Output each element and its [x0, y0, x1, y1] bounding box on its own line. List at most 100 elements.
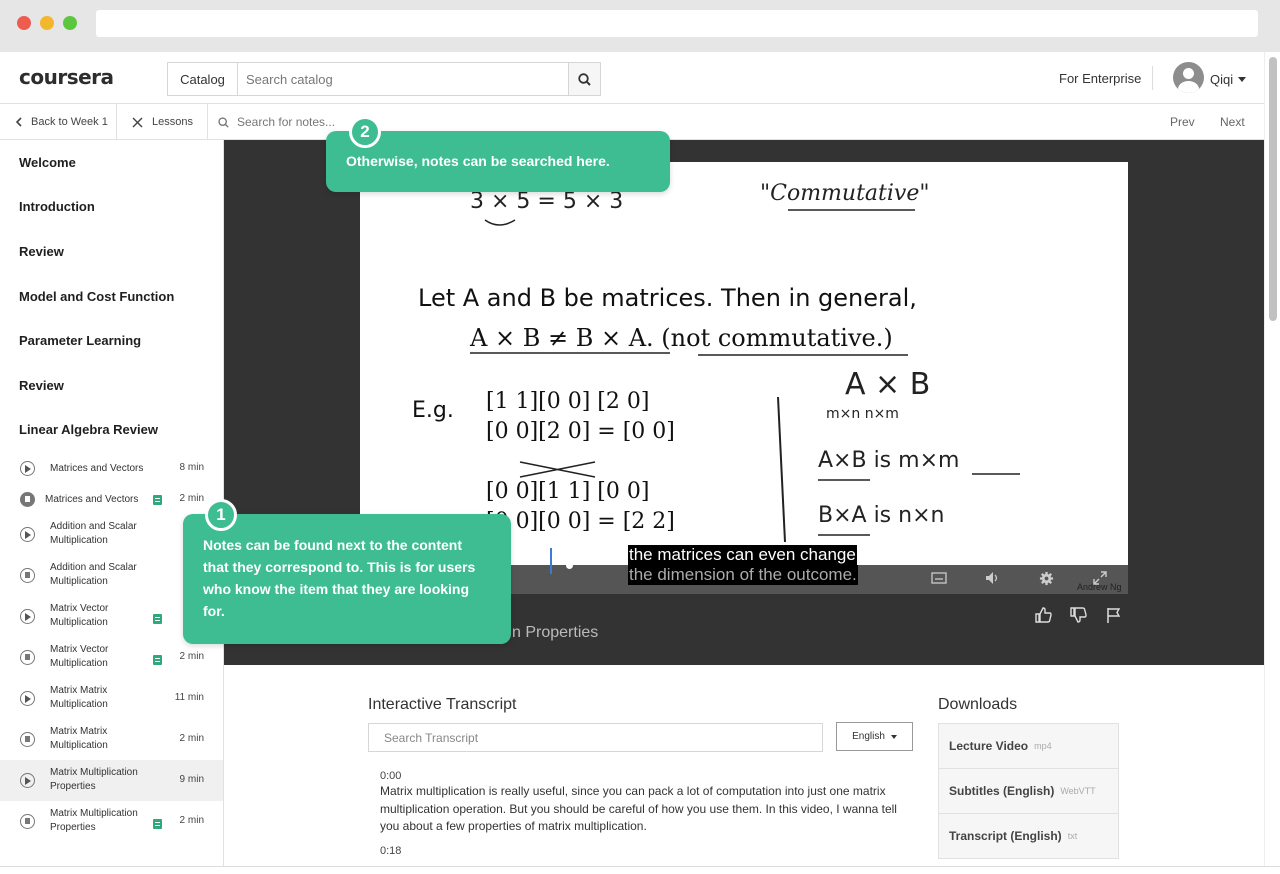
sidebar-section-review-2[interactable]: Review [19, 378, 64, 393]
svg-text:[1 1][0 0] [2 0]: [1 1][0 0] [2 0] [486, 389, 649, 414]
captions-icon[interactable] [931, 572, 947, 584]
callout-2-number: 2 [349, 116, 381, 148]
transcript-search-input[interactable] [368, 723, 823, 752]
svg-text:3 × 5 = 5 × 3: 3 × 5 = 5 × 3 [470, 189, 623, 214]
lesson-title: Matrix Vector Multiplication [50, 603, 109, 628]
download-label: Subtitles (English) [949, 784, 1055, 798]
svg-text:[0 0][1 1] [0 0]: [0 0][1 1] [0 0] [486, 479, 649, 504]
flag-icon[interactable] [1105, 606, 1123, 624]
page: coursera Catalog For Enterprise Qiqi Bac… [0, 52, 1280, 866]
thumbs-up-icon[interactable] [1034, 606, 1052, 624]
reading-icon [20, 492, 35, 507]
thumbs-down-icon[interactable] [1069, 606, 1087, 624]
lesson-duration: 9 min [179, 774, 204, 785]
note-icon[interactable] [153, 614, 162, 624]
sidebar-lesson[interactable]: Matrix Matrix Multiplication 2 min [0, 719, 223, 760]
catalog-search-input[interactable] [237, 62, 569, 96]
transcript-timestamp[interactable]: 0:18 [380, 845, 401, 857]
minimize-window-dot[interactable] [40, 16, 54, 30]
lesson-duration: 11 min [174, 692, 204, 703]
transcript-timestamp[interactable]: 0:00 [380, 770, 401, 782]
transcript-heading: Interactive Transcript [368, 696, 517, 713]
slide-statement-2: A × B ≠ B × A. (not commutative.) [469, 324, 893, 352]
search-icon [578, 72, 591, 86]
prev-link[interactable]: Prev [1170, 115, 1195, 129]
volume-icon[interactable] [985, 571, 1001, 585]
browser-chrome [0, 0, 1280, 52]
transcript-paragraph[interactable]: Matrix multiplication is really useful, … [380, 783, 900, 836]
play-icon [20, 527, 35, 542]
download-format: WebVTT [1060, 786, 1096, 796]
slide-annotation-bxa-dim: B×A is n×n [818, 503, 944, 528]
sidebar-section-review[interactable]: Review [19, 244, 64, 259]
download-transcript[interactable]: Transcript (English) txt [938, 813, 1119, 859]
maximize-window-dot[interactable] [63, 16, 77, 30]
text-cursor-icon [550, 548, 552, 574]
download-label: Lecture Video [949, 739, 1029, 753]
sidebar-section-model-cost[interactable]: Model and Cost Function [19, 289, 174, 304]
close-window-dot[interactable] [17, 16, 31, 30]
play-icon [20, 691, 35, 706]
window-bottom-edge [0, 866, 1280, 874]
download-label: Transcript (English) [949, 829, 1062, 843]
catalog-button[interactable]: Catalog [167, 62, 238, 96]
notes-search-field[interactable]: Search for notes... [218, 104, 335, 140]
next-link[interactable]: Next [1220, 115, 1245, 129]
lessons-label: Lessons [152, 116, 193, 128]
for-enterprise-link[interactable]: For Enterprise [1059, 71, 1141, 86]
header-divider [1152, 66, 1153, 90]
lesson-sidebar: Welcome Introduction Review Model and Co… [0, 140, 224, 866]
slide-annotation-axb-dim: A×B is m×m [818, 448, 959, 473]
lesson-duration: 2 min [179, 733, 204, 744]
svg-text:[0 0][0 0] = [2 2]: [0 0][0 0] = [2 2] [486, 509, 675, 534]
download-format: mp4 [1034, 741, 1052, 751]
svg-text:[0 0][2 0] = [0 0]: [0 0][2 0] = [0 0] [486, 419, 675, 444]
coursera-logo[interactable]: coursera [19, 65, 114, 89]
sidebar-section-parameter-learning[interactable]: Parameter Learning [19, 333, 141, 348]
download-lecture-video[interactable]: Lecture Video mp4 [938, 723, 1119, 769]
sidebar-lesson[interactable]: Matrix Multiplication Properties 2 min [0, 801, 223, 842]
close-icon [132, 117, 143, 127]
lesson-title: Matrix Multiplication Properties [50, 808, 138, 833]
page-scrollbar[interactable] [1264, 52, 1280, 866]
download-subtitles[interactable]: Subtitles (English) WebVTT [938, 768, 1119, 814]
settings-gear-icon[interactable] [1039, 571, 1054, 586]
video-progress-knob[interactable] [566, 562, 573, 569]
sidebar-section-linear-algebra[interactable]: Linear Algebra Review [19, 422, 158, 437]
back-label: Back to Week 1 [31, 116, 108, 128]
top-header: coursera Catalog For Enterprise Qiqi [0, 52, 1264, 104]
lesson-title: Matrix Vector Multiplication [50, 644, 109, 669]
play-icon [20, 461, 35, 476]
note-icon[interactable] [153, 819, 162, 829]
search-button[interactable] [568, 62, 601, 96]
slide-annotation-dims: m×n n×m [826, 406, 899, 422]
language-select[interactable]: English [836, 722, 913, 751]
lesson-duration: 2 min [179, 815, 204, 826]
callout-notes-inline: Notes can be found next to the content t… [183, 514, 511, 644]
scrollbar-thumb[interactable] [1269, 57, 1277, 321]
play-icon [20, 609, 35, 624]
user-menu-caret-icon[interactable] [1238, 77, 1246, 82]
user-name[interactable]: Qiqi [1210, 72, 1233, 87]
lesson-title: Matrix Multiplication Properties [50, 767, 138, 792]
address-bar[interactable] [96, 10, 1258, 37]
callout-2-text: Otherwise, notes can be searched here. [346, 153, 610, 169]
note-icon[interactable] [153, 495, 162, 505]
downloads-heading: Downloads [938, 696, 1018, 713]
slide-watermark: Andrew Ng [1077, 582, 1122, 592]
slide-eg-label: E.g. [412, 398, 454, 423]
slide-commutative: "Commutative" [760, 181, 930, 206]
reading-icon [20, 650, 35, 665]
sidebar-section-welcome[interactable]: Welcome [19, 155, 76, 170]
sidebar-section-introduction[interactable]: Introduction [19, 199, 95, 214]
lesson-title: Matrices and Vectors [45, 494, 139, 505]
note-icon[interactable] [153, 655, 162, 665]
sidebar-lesson-active[interactable]: Matrix Multiplication Properties 9 min [0, 760, 223, 801]
lessons-toggle-button[interactable]: Lessons [117, 104, 208, 140]
user-avatar-icon[interactable] [1173, 62, 1204, 93]
back-to-week-button[interactable]: Back to Week 1 [0, 104, 117, 140]
callout-1-number: 1 [205, 499, 237, 531]
reading-icon [20, 568, 35, 583]
sidebar-lesson[interactable]: Matrix Matrix Multiplication 11 min [0, 678, 223, 719]
language-value: English [852, 731, 885, 742]
